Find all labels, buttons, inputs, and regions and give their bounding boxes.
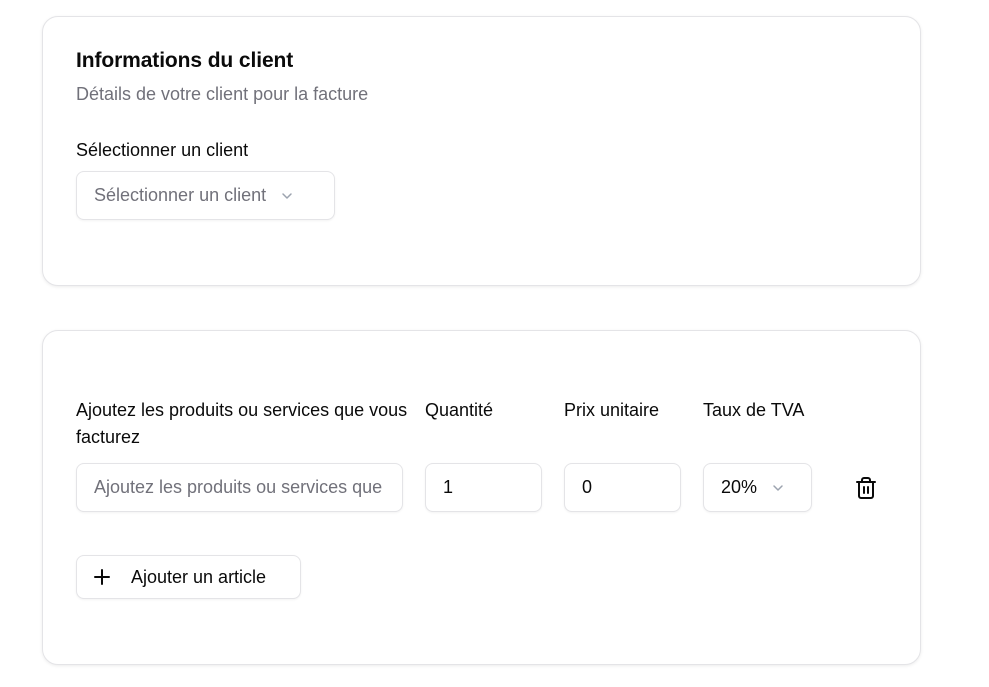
item-description-input[interactable] [76,463,403,512]
client-card-subtitle: Détails de votre client pour la facture [76,84,369,104]
add-item-label: Ajouter un article [131,566,267,587]
chevron-down-icon [773,484,783,491]
item-quantity-input[interactable] [425,463,542,512]
add-item-button[interactable]: Ajouter un article [76,555,301,599]
vat-rate-value: 20% [721,477,758,497]
vat-rate-select[interactable]: 20% [703,463,812,512]
chevron-down-icon [282,192,292,199]
plus-icon [94,569,110,585]
invoice-items-card: Ajoutez les produits ou services que vou… [42,330,921,665]
quantity-column-label: Quantité [425,400,494,420]
client-select-placeholder: Sélectionner un client [94,185,267,205]
client-select[interactable]: Sélectionner un client [76,171,335,220]
trash-icon[interactable] [854,476,878,500]
client-card-title: Informations du client [76,49,294,72]
client-info-card: Informations du client Détails de votre … [42,16,921,286]
vat-rate-column-label: Taux de TVA [703,400,805,420]
client-select-label: Sélectionner un client [76,140,249,160]
description-column-label: Ajoutez les produits ou services que vou… [76,400,408,447]
item-unit-price-input[interactable] [564,463,681,512]
unit-price-column-label: Prix unitaire [564,400,660,420]
